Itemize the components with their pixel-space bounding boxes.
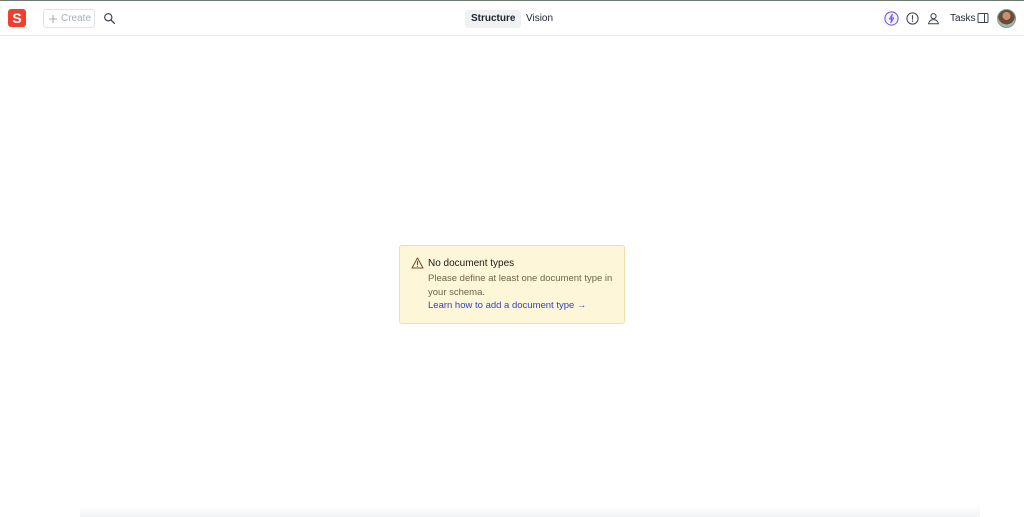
- app-logo[interactable]: S: [8, 9, 26, 27]
- presence-icon[interactable]: [926, 11, 941, 26]
- create-button[interactable]: Create: [43, 9, 95, 28]
- help-icon[interactable]: [905, 11, 920, 26]
- no-document-types-alert: No document types Please define at least…: [399, 245, 625, 324]
- bottom-shadow: [80, 505, 980, 517]
- lightning-icon[interactable]: [884, 11, 899, 26]
- plus-icon: [49, 14, 57, 23]
- create-button-label: Create: [61, 13, 92, 24]
- search-icon[interactable]: [103, 12, 116, 25]
- alert-message: Please define at least one document type…: [428, 273, 613, 298]
- user-avatar[interactable]: [997, 9, 1016, 28]
- warning-icon: [411, 257, 424, 269]
- tasks-button[interactable]: Tasks: [950, 13, 976, 25]
- panel-icon[interactable]: [977, 12, 989, 24]
- learn-more-link[interactable]: Learn how to add a document type →: [428, 300, 586, 312]
- top-navbar: S Create Structure Vision Tasks: [0, 0, 1024, 36]
- tab-vision[interactable]: Vision: [520, 10, 559, 28]
- alert-title: No document types: [428, 258, 515, 269]
- tab-structure[interactable]: Structure: [465, 10, 522, 28]
